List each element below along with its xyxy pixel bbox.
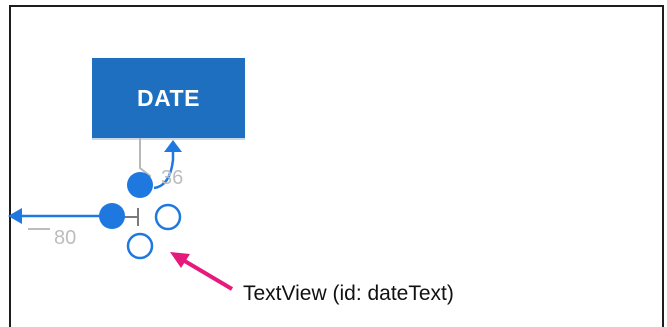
callout-label: TextView (id: dateText) — [243, 282, 454, 305]
right-anchor-handle[interactable] — [154, 203, 182, 231]
constraint-overlay: 36 80 — [8, 138, 234, 291]
top-anchor-handle[interactable] — [127, 172, 153, 198]
bottom-anchor-handle[interactable] — [126, 232, 154, 260]
top-constraint-arrowhead — [164, 140, 182, 152]
top-margin-label: 36 — [161, 167, 183, 189]
left-anchor-handle[interactable] — [99, 203, 125, 229]
callout-arrowhead — [170, 252, 190, 268]
layout-editor-canvas: DATE 36 80 TextView (id: dateText) — [0, 0, 667, 327]
callout-arrow-line — [181, 258, 234, 291]
left-margin-label: 80 — [54, 227, 76, 249]
left-constraint-arrowhead — [8, 208, 22, 224]
